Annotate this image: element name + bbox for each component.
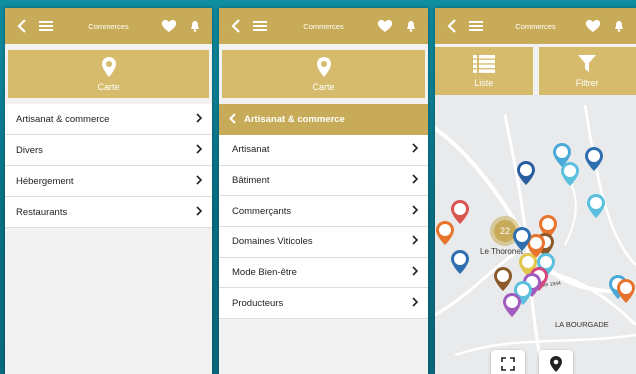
chevron-right-icon (196, 112, 203, 126)
map-marker-teal-icon[interactable] (561, 162, 579, 186)
subcategory-list: Artisanat Bâtiment Commerçants Domaines … (219, 135, 428, 320)
bell-icon[interactable] (186, 17, 204, 35)
subcategory-label: Domaines Viticoles (232, 236, 313, 248)
heart-icon[interactable] (584, 17, 602, 35)
map-view-button[interactable]: Carte (222, 50, 425, 98)
category-label: Divers (16, 144, 43, 156)
back-chevron-icon[interactable] (13, 17, 31, 35)
back-chevron-icon[interactable] (227, 17, 245, 35)
filter-button[interactable]: Filtrer (538, 47, 636, 95)
category-label: Restaurants (16, 206, 68, 218)
list-button-label: Liste (474, 77, 494, 88)
heart-icon[interactable] (160, 17, 178, 35)
map-marker-teal-icon[interactable] (587, 194, 605, 218)
map-view-button[interactable]: Carte (8, 50, 209, 98)
chevron-right-icon (196, 205, 203, 219)
map-marker-purple-icon[interactable] (503, 293, 521, 317)
app-header: Commerces (435, 8, 636, 44)
map-marker-darkblue-icon[interactable] (517, 161, 535, 185)
chevron-right-icon (412, 235, 419, 248)
map-toolbar: Liste Filtrer (435, 47, 636, 95)
filter-button-label: Filtrer (575, 77, 599, 88)
subcategory-label: Mode Bien-être (232, 267, 297, 279)
subcategory-item-producteurs[interactable]: Producteurs (219, 288, 428, 320)
chevron-right-icon (412, 297, 419, 310)
map-marker-blue-icon[interactable] (585, 147, 603, 171)
back-chevron-icon[interactable] (443, 17, 461, 35)
app-header: Commerces (5, 8, 212, 44)
subcategory-item-mode-bien-etre[interactable]: Mode Bien-être (219, 258, 428, 289)
fullscreen-button[interactable] (491, 350, 525, 374)
subcategory-item-domaines-viticoles[interactable]: Domaines Viticoles (219, 227, 428, 258)
subcategory-header-title: Artisanat & commerce (244, 114, 345, 125)
subcategory-label: Producteurs (232, 297, 284, 309)
map-marker-brown-icon[interactable] (494, 267, 512, 291)
bell-icon[interactable] (610, 17, 628, 35)
back-chevron-icon[interactable] (229, 112, 236, 127)
category-item-hebergement[interactable]: Hébergement (5, 166, 212, 197)
phone-screen-map: Commerces Liste Filtrer Le Thoronet LA B… (435, 8, 636, 374)
list-icon (472, 54, 495, 75)
phone-screen-subcategories: Commerces Carte Artisanat & commerce Art… (219, 8, 428, 374)
location-pin-icon (550, 355, 562, 374)
category-item-artisanat-commerce[interactable]: Artisanat & commerce (5, 104, 212, 135)
subcategory-header[interactable]: Artisanat & commerce (219, 104, 428, 135)
subcategory-label: Bâtiment (232, 175, 270, 187)
subcategory-label: Commerçants (232, 205, 292, 217)
subcategory-item-batiment[interactable]: Bâtiment (219, 166, 428, 197)
expand-arrows-icon (501, 356, 515, 374)
map-pin-icon (101, 56, 116, 79)
map-button-label: Carte (97, 81, 120, 92)
list-view-button[interactable]: Liste (435, 47, 533, 95)
app-header: Commerces (219, 8, 428, 44)
map-marker-blue-icon[interactable] (513, 227, 531, 251)
subcategory-item-artisanat[interactable]: Artisanat (219, 135, 428, 166)
chevron-right-icon (196, 143, 203, 157)
hamburger-menu-icon[interactable] (467, 17, 485, 35)
map-marker-orange-icon[interactable] (436, 221, 454, 245)
chevron-right-icon (196, 174, 203, 188)
category-item-divers[interactable]: Divers (5, 135, 212, 166)
chevron-right-icon (412, 266, 419, 279)
map-button-label: Carte (312, 81, 335, 92)
chevron-right-icon (412, 143, 419, 156)
heart-icon[interactable] (376, 17, 394, 35)
hamburger-menu-icon[interactable] (251, 17, 269, 35)
phone-screen-categories: Commerces Carte Artisanat & commerce Div… (5, 8, 212, 374)
funnel-icon (578, 54, 597, 75)
map-marker-blue-icon[interactable] (451, 250, 469, 274)
chevron-right-icon (412, 205, 419, 218)
map-view[interactable]: Le Thoronet LA BOURGADE Route 1944 22 (435, 95, 636, 374)
hamburger-menu-icon[interactable] (37, 17, 55, 35)
category-label: Artisanat & commerce (16, 113, 110, 125)
bell-icon[interactable] (402, 17, 420, 35)
map-pin-icon (316, 56, 331, 79)
chevron-right-icon (412, 174, 419, 187)
category-label: Hébergement (16, 175, 74, 187)
subcategory-label: Artisanat (232, 144, 270, 156)
map-place-label: LA BOURGADE (555, 320, 609, 329)
subcategory-item-commercants[interactable]: Commerçants (219, 196, 428, 228)
category-list: Artisanat & commerce Divers Hébergement … (5, 104, 212, 228)
map-marker-orange-icon[interactable] (617, 279, 635, 303)
category-item-restaurants[interactable]: Restaurants (5, 197, 212, 228)
locate-me-button[interactable] (539, 350, 573, 374)
